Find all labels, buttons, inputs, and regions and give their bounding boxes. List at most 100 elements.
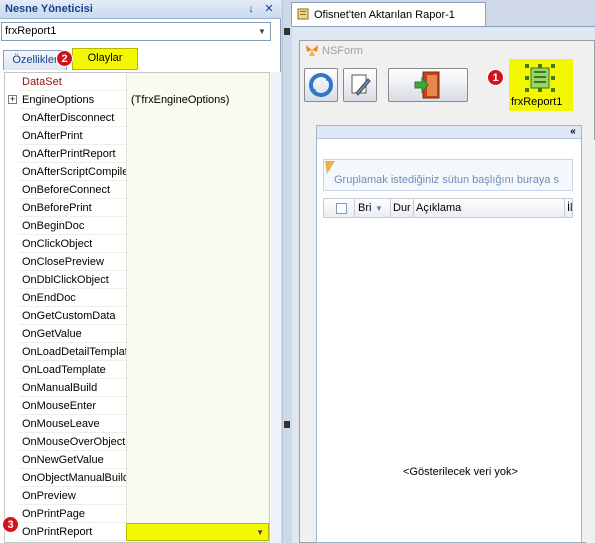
property-value[interactable] [126,397,269,415]
grid-row[interactable]: OnMouseLeave [5,415,269,433]
tools-icon [351,74,371,96]
right-scrollbar[interactable] [586,140,595,543]
property-value[interactable] [126,127,269,145]
row-gutter [5,433,19,451]
column-header-bri[interactable]: Bri [358,202,371,214]
property-value[interactable] [126,325,269,343]
row-gutter [5,415,19,433]
grid-row-selected[interactable]: OnPrintReport ▼ [5,523,269,541]
property-value[interactable] [126,253,269,271]
document-tab[interactable]: Ofisnet'ten Aktarılan Rapor-1 [291,2,486,26]
step-badge-3: 3 [2,516,19,533]
expand-icon[interactable]: + [8,95,17,104]
property-value[interactable] [126,199,269,217]
property-value[interactable] [126,109,269,127]
pin-icon[interactable]: ↓ [244,2,258,16]
grid-row[interactable]: OnManualBuild [5,379,269,397]
select-all-checkbox[interactable] [336,203,347,214]
grid-row[interactable]: OnLoadDetailTemplate [5,343,269,361]
row-gutter [5,109,19,127]
grid-row[interactable]: OnAfterPrintReport [5,145,269,163]
property-value[interactable] [126,271,269,289]
grid-row[interactable]: OnBeforeConnect [5,181,269,199]
grid-row[interactable]: OnPrintPage [5,505,269,523]
row-gutter [5,271,19,289]
property-value[interactable] [126,307,269,325]
exit-button[interactable] [388,68,468,102]
property-value[interactable] [126,343,269,361]
property-value[interactable] [126,379,269,397]
property-value[interactable] [126,145,269,163]
grid-row[interactable]: + EngineOptions (TfrxEngineOptions) [5,91,269,109]
grid-row[interactable]: OnEndDoc [5,289,269,307]
property-name: OnMouseLeave [22,418,100,430]
property-value[interactable] [126,469,269,487]
grid-row[interactable]: OnMouseOverObject [5,433,269,451]
grid-row[interactable]: OnGetValue [5,325,269,343]
grid-row[interactable]: OnClosePreview [5,253,269,271]
property-value[interactable] [126,217,269,235]
property-value[interactable] [126,487,269,505]
property-value[interactable] [126,289,269,307]
property-value[interactable] [126,163,269,181]
property-name: OnAfterPrintReport [22,148,116,160]
grid-row[interactable]: OnBeginDoc [5,217,269,235]
column-header-row: Bri ▼ Dur Açıklama İl [323,198,573,218]
property-value[interactable] [126,505,269,523]
grid-row[interactable]: OnMouseEnter [5,397,269,415]
property-name: OnPreview [22,490,76,502]
grid-row[interactable]: OnObjectManualBuild [5,469,269,487]
column-header-aciklama[interactable]: Açıklama [416,202,461,214]
grid-row[interactable]: OnBeforePrint [5,199,269,217]
property-name: OnLoadTemplate [22,364,106,376]
splitter[interactable] [282,0,291,543]
grid-row[interactable]: DataSet [5,73,269,91]
collapse-button[interactable]: « [565,126,581,139]
property-value[interactable]: ▼ [126,523,269,541]
property-name: EngineOptions [22,94,95,106]
property-value[interactable]: (TfrxEngineOptions) [126,91,269,109]
form-logo-icon [306,45,318,56]
grid-row[interactable]: OnClickObject [5,235,269,253]
chevron-down-icon[interactable]: ▼ [256,25,268,38]
property-value[interactable] [126,361,269,379]
group-by-hint: Gruplamak istediğiniz sütun başlığını bu… [334,174,560,186]
report-component-label: frxReport1 [511,96,563,108]
exit-door-icon [414,71,440,99]
property-name: OnLoadDetailTemplate [22,346,126,358]
grid-row[interactable]: OnAfterPrint [5,127,269,145]
grid-scrollbar[interactable] [271,72,281,543]
object-select-value: frxReport1 [5,25,57,37]
property-value[interactable] [126,433,269,451]
property-name: OnEndDoc [22,292,76,304]
property-value[interactable] [126,235,269,253]
grid-row[interactable]: OnDblClickObject [5,271,269,289]
object-select[interactable]: frxReport1 ▼ [1,22,271,41]
property-value[interactable] [126,415,269,433]
tab-events-label: Olaylar [87,52,123,64]
panel-header: Nesne Yöneticisi ↓ ✕ [0,0,281,19]
panel-title: Nesne Yöneticisi [5,3,93,15]
refresh-button[interactable] [304,68,338,102]
grid-row[interactable]: OnGetCustomData [5,307,269,325]
grid-row[interactable]: OnPreview [5,487,269,505]
column-header-dur[interactable]: Dur [393,202,411,214]
property-value[interactable] [126,451,269,469]
chevron-down-icon[interactable]: ▼ [375,204,383,213]
property-name: DataSet [22,76,62,88]
settings-button[interactable] [343,68,377,102]
grid-row[interactable]: OnNewGetValue [5,451,269,469]
grid-row[interactable]: OnAfterScriptCompile [5,163,269,181]
property-value[interactable] [126,73,269,91]
grid-row[interactable]: OnLoadTemplate [5,361,269,379]
close-icon[interactable]: ✕ [262,2,276,16]
column-header-il[interactable]: İl [567,202,573,214]
chevron-down-icon[interactable]: ▼ [256,528,264,537]
document-tab-title: Ofisnet'ten Aktarılan Rapor-1 [314,9,455,21]
row-gutter [5,487,19,505]
property-name: OnNewGetValue [22,454,104,466]
tab-events[interactable]: Olaylar [72,48,138,70]
property-value-text: (TfrxEngineOptions) [131,94,230,106]
property-value[interactable] [126,181,269,199]
grid-row[interactable]: OnAfterDisconnect [5,109,269,127]
